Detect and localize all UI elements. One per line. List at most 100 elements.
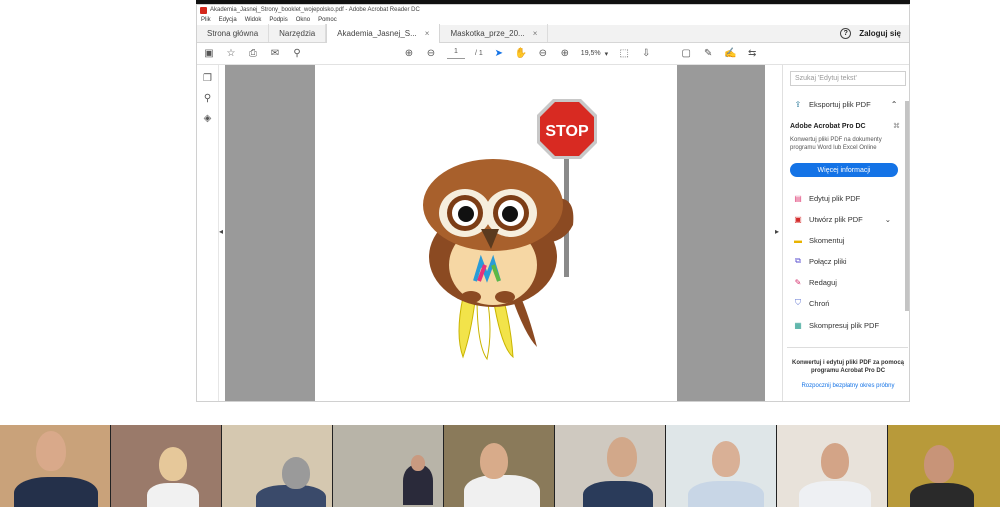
participant-tile-6[interactable] (555, 425, 666, 507)
collapse-right-icon[interactable]: ▸ (775, 227, 779, 236)
export-pdf-item[interactable]: ⇪ Eksportuj plik PDF ⌃ (793, 99, 898, 109)
attachment-icon[interactable]: ⚲ (204, 93, 211, 104)
promo-title: Adobe Acrobat Pro DC (790, 123, 866, 130)
promo-bottom-text: Konwertuj i edytuj pliki PDF za pomocą p… (791, 360, 904, 374)
edit-pdf-icon: ▤ (794, 193, 802, 203)
pane-scrollbar[interactable] (905, 101, 909, 311)
pane-divider (787, 347, 908, 348)
layers-icon[interactable]: ◈ (204, 113, 212, 124)
menu-okno[interactable]: Okno (296, 17, 310, 23)
close-icon[interactable]: × (533, 29, 538, 38)
tool-redact-label: Redaguj (809, 277, 837, 287)
document-viewer[interactable]: STOP (225, 65, 765, 401)
pages-icon[interactable]: ❐ (203, 73, 212, 84)
fit-page-icon[interactable]: ⬚ (618, 48, 630, 60)
stop-sign-text: STOP (545, 123, 589, 140)
sign-icon[interactable]: ✍ (724, 48, 736, 60)
window-title: Akademia_Jasnej_Strony_booklet_wojepolsk… (210, 7, 420, 13)
promo-text: Konwertuj pliki PDF na dokumenty program… (790, 137, 882, 151)
menu-edycja[interactable]: Edycja (219, 17, 237, 23)
video-participants-strip (0, 425, 1000, 507)
tool-comment-label: Skomentuj (809, 235, 845, 245)
tool-protect-label: Chroń (809, 298, 830, 308)
participant-tile-3[interactable] (222, 425, 333, 507)
tool-comment[interactable]: ▬ Skomentuj (793, 235, 844, 245)
header-right: ? Zaloguj się (840, 28, 901, 39)
comment-icon: ▬ (794, 235, 802, 245)
page-down-icon[interactable]: ⊖ (425, 48, 437, 60)
create-pdf-icon: ▣ (794, 214, 802, 224)
redact-icon: ✎ (794, 277, 802, 287)
tool-compress[interactable]: ▦ Skompresuj plik PDF (793, 320, 879, 330)
highlight-icon[interactable]: ✎ (702, 48, 714, 60)
close-icon[interactable]: × (425, 29, 430, 38)
page-total: / 1 (475, 50, 483, 57)
participant-tile-1[interactable] (0, 425, 111, 507)
left-nav-rail: ❐ ⚲ ◈ (197, 65, 219, 401)
pdf-page: STOP (315, 65, 677, 401)
help-icon[interactable]: ? (840, 28, 852, 39)
share-icon[interactable]: ⇆ (746, 48, 758, 60)
zoom-in-icon[interactable]: ⊕ (559, 48, 571, 60)
tool-edit-pdf[interactable]: ▤ Edytuj plik PDF (793, 193, 860, 203)
print-icon[interactable]: ⎙ (247, 48, 259, 60)
tool-redact[interactable]: ✎ Redaguj (793, 277, 837, 287)
cursor-icon[interactable]: ➤ (493, 48, 505, 60)
menu-plik[interactable]: Plik (201, 17, 211, 23)
tab-document-2[interactable]: Maskotka_prze_20... × (440, 24, 549, 42)
tool-edit-pdf-label: Edytuj plik PDF (809, 193, 861, 203)
menu-pomoc[interactable]: Pomoc (318, 17, 337, 23)
signin-link[interactable]: Zaloguj się (859, 29, 901, 38)
acrobat-window: Akademia_Jasnej_Strony_booklet_wojepolsk… (196, 4, 910, 402)
tab-document-1-label: Akademia_Jasnej_S... (337, 29, 417, 38)
collapse-left-icon[interactable]: ◂ (219, 227, 223, 236)
participant-tile-5[interactable] (444, 425, 555, 507)
chevron-up-icon[interactable]: ⌃ (891, 100, 898, 109)
tool-combine-label: Połącz pliki (809, 256, 847, 266)
zoom-level: 19,5% (580, 50, 601, 57)
combine-files-icon: ⧉ (795, 256, 801, 265)
tab-bar: Strona główna Narzędzia Akademia_Jasnej_… (197, 24, 909, 43)
main-toolbar: ▣ ☆ ⎙ ✉ ⚲ ⊕ ⊖ 1 / 1 ➤ ✋ ⊖ ⊕ 19,5% ▾ ⬚ ⇩ ▢… (197, 43, 909, 65)
mail-icon[interactable]: ✉ (269, 48, 281, 60)
tools-pane: Szukaj 'Edytuj tekst' ⇪ Eksportuj plik P… (782, 65, 909, 401)
comment-icon[interactable]: ▢ (680, 48, 692, 60)
participant-tile-8[interactable] (777, 425, 888, 507)
title-bar: Akademia_Jasnej_Strony_booklet_wojepolsk… (197, 5, 909, 15)
acrobat-logo-icon (200, 6, 207, 14)
participant-tile-9[interactable] (888, 425, 1000, 507)
hand-icon[interactable]: ✋ (515, 48, 527, 60)
scroll-mode-icon[interactable]: ⇩ (640, 48, 652, 60)
shield-icon: ⛉ (795, 298, 801, 307)
tab-home[interactable]: Strona główna (197, 24, 270, 42)
participant-tile-7[interactable] (666, 425, 777, 507)
tab-tools[interactable]: Narzędzia (269, 24, 327, 42)
participant-tile-4[interactable] (333, 425, 444, 507)
page-number-input[interactable]: 1 (447, 48, 465, 59)
tool-compress-label: Skompresuj plik PDF (809, 320, 880, 330)
participant-tile-2[interactable] (111, 425, 222, 507)
zoom-select[interactable]: 19,5% ▾ (581, 50, 608, 58)
tools-search-input[interactable]: Szukaj 'Edytuj tekst' (790, 71, 906, 86)
export-pdf-icon: ⇪ (794, 99, 802, 109)
owl-mascot-illustration: STOP (423, 99, 597, 361)
tool-protect[interactable]: ⛉ Chroń (793, 298, 829, 308)
tool-combine[interactable]: ⧉ Połącz pliki (793, 256, 847, 266)
tab-document-2-label: Maskotka_prze_20... (450, 28, 525, 38)
menu-podpis[interactable]: Podpis (269, 17, 287, 23)
zoom-out-icon[interactable]: ⊖ (537, 48, 549, 60)
save-icon[interactable]: ▣ (203, 48, 215, 60)
tab-document-1[interactable]: Akademia_Jasnej_S... × (326, 24, 441, 43)
tool-create-pdf[interactable]: ▣ Utwórz plik PDF ⌄ (793, 214, 891, 224)
attach-icon[interactable]: ⌘ (893, 122, 900, 130)
star-icon[interactable]: ☆ (225, 48, 237, 60)
free-trial-link[interactable]: Rozpocznij bezpłatny okres próbny (789, 383, 907, 389)
more-info-button[interactable]: Więcej informacji (790, 163, 898, 177)
menu-widok[interactable]: Widok (245, 17, 262, 23)
chevron-down-icon[interactable]: ⌄ (885, 215, 891, 224)
export-pdf-label: Eksportuj plik PDF (809, 99, 871, 109)
search-icon[interactable]: ⚲ (291, 48, 303, 60)
page-up-icon[interactable]: ⊕ (403, 48, 415, 60)
compress-pdf-icon: ▦ (794, 320, 802, 330)
tool-create-pdf-label: Utwórz plik PDF (809, 214, 863, 224)
